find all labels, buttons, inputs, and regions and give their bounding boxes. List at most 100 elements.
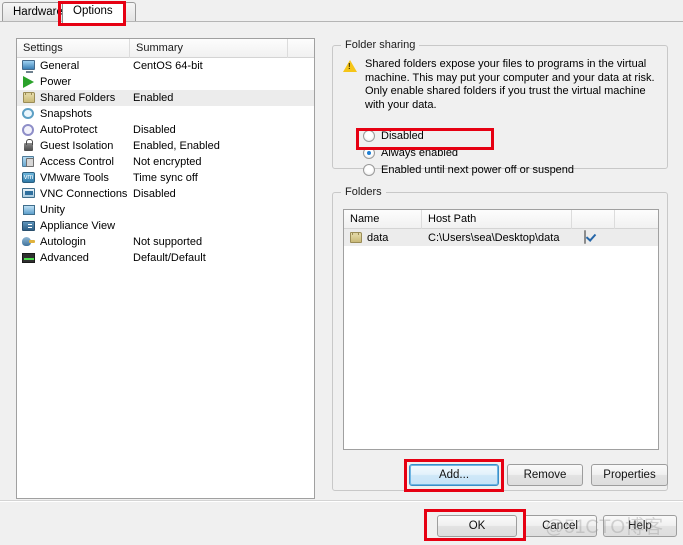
warning-text: Shared folders expose your files to prog…: [365, 58, 655, 111]
settings-row-label: AutoProtect: [40, 124, 98, 136]
lock-icon: [21, 139, 37, 153]
settings-row-label: Power: [40, 76, 72, 88]
settings-row-shared-folders[interactable]: Shared Folders Enabled: [17, 90, 314, 106]
vnc-icon: [21, 187, 37, 201]
radio-label: Disabled: [381, 130, 424, 142]
settings-row-summary: Not encrypted: [133, 156, 202, 168]
checkbox-icon: [584, 230, 586, 244]
cancel-button-label: Cancel: [542, 520, 578, 532]
vm-settings-dialog: Hardware Options Settings Summary Genera…: [0, 0, 683, 545]
settings-row-label: Appliance View: [40, 220, 116, 232]
autoprotect-icon: [21, 123, 37, 137]
settings-row-label: VNC Connections: [40, 188, 128, 200]
appliance-icon: [21, 219, 37, 233]
settings-column-header-summary[interactable]: Summary: [130, 39, 288, 58]
settings-row-label: General: [40, 60, 80, 72]
settings-row-label: Snapshots: [40, 108, 92, 120]
folders-column-header-enabled[interactable]: [572, 210, 615, 229]
settings-row-vmware-tools[interactable]: vm VMware Tools Time sync off: [17, 170, 314, 186]
settings-list[interactable]: Settings Summary General CentOS 64-bit P…: [16, 38, 315, 499]
settings-column-header-settings[interactable]: Settings: [17, 39, 130, 58]
ok-button[interactable]: OK: [437, 515, 517, 537]
settings-row-power[interactable]: Power: [17, 74, 314, 90]
folder-sharing-title: Folder sharing: [341, 39, 420, 51]
properties-button-label: Properties: [603, 469, 656, 481]
cancel-button[interactable]: Cancel: [523, 515, 597, 537]
folders-column-header-name[interactable]: Name: [344, 210, 422, 229]
add-button-label: Add...: [438, 469, 470, 481]
folder-icon: [350, 232, 362, 243]
radio-always-enabled[interactable]: Always enabled: [363, 147, 458, 159]
settings-row-summary: Time sync off: [133, 172, 198, 184]
folders-column-header-blank[interactable]: [615, 210, 658, 229]
settings-row-advanced[interactable]: Advanced Default/Default: [17, 250, 314, 266]
warning-icon: [343, 60, 357, 72]
tab-overflow-stub: [124, 2, 136, 22]
folders-group: Folders Name Host Path data C:\Users\sea…: [332, 186, 668, 491]
settings-row-summary: Disabled: [133, 124, 176, 136]
button-bar-separator-highlight: [0, 501, 683, 502]
advanced-icon: [21, 251, 37, 265]
radio-disabled[interactable]: Disabled: [363, 130, 424, 142]
camera-icon: [21, 107, 37, 121]
folders-row-name-cell: data: [350, 232, 388, 244]
settings-row-label: Access Control: [40, 156, 114, 168]
tab-strip: Hardware Options: [0, 0, 683, 23]
settings-row-guest-isolation[interactable]: Guest Isolation Enabled, Enabled: [17, 138, 314, 154]
play-icon: [21, 75, 37, 89]
tab-hardware-label: Hardware: [13, 6, 63, 18]
radio-button-icon-selected: [363, 147, 375, 159]
unity-icon: [21, 203, 37, 217]
table-row[interactable]: data C:\Users\sea\Desktop\data: [344, 229, 658, 246]
settings-row-label: Shared Folders: [40, 92, 116, 104]
help-button[interactable]: Help: [603, 515, 677, 537]
folder-icon: [21, 91, 37, 105]
settings-row-appliance-view[interactable]: Appliance View: [17, 218, 314, 234]
settings-row-summary: Disabled: [133, 188, 176, 200]
help-button-label: Help: [628, 520, 652, 532]
monitor-icon: [21, 59, 37, 73]
settings-list-rows: General CentOS 64-bit Power Shared Folde…: [17, 58, 314, 266]
settings-row-label: Advanced: [40, 252, 89, 264]
settings-row-summary: Enabled: [133, 92, 174, 104]
add-button[interactable]: Add...: [409, 464, 499, 486]
autologin-icon: [21, 235, 37, 249]
radio-button-icon: [363, 130, 375, 142]
radio-button-icon: [363, 164, 375, 176]
settings-row-access-control[interactable]: Access Control Not encrypted: [17, 154, 314, 170]
tab-options[interactable]: Options: [62, 1, 124, 23]
settings-row-label: Guest Isolation: [40, 140, 114, 152]
remove-button-label: Remove: [523, 469, 567, 481]
settings-row-label: Autologin: [40, 236, 86, 248]
settings-row-summary: Not supported: [133, 236, 203, 248]
properties-button[interactable]: Properties: [591, 464, 668, 486]
folder-sharing-group: Folder sharing Shared folders expose you…: [332, 39, 668, 176]
settings-row-snapshots[interactable]: Snapshots: [17, 106, 314, 122]
folders-column-header-host-path[interactable]: Host Path: [422, 210, 572, 229]
settings-row-summary: Default/Default: [133, 252, 206, 264]
folders-row-host-path: C:\Users\sea\Desktop\data: [428, 231, 560, 244]
folders-table[interactable]: Name Host Path data C:\Users\sea\Desktop…: [343, 209, 659, 450]
access-control-icon: [21, 155, 37, 169]
ok-button-label: OK: [468, 520, 486, 532]
settings-row-summary: Enabled, Enabled: [133, 140, 220, 152]
settings-row-summary: CentOS 64-bit: [133, 60, 203, 72]
folders-table-header: Name Host Path: [344, 210, 658, 229]
settings-list-header: Settings Summary: [17, 39, 314, 58]
settings-row-general[interactable]: General CentOS 64-bit: [17, 58, 314, 74]
folder-sharing-warning: Shared folders expose your files to prog…: [343, 58, 659, 112]
settings-row-autologin[interactable]: Autologin Not supported: [17, 234, 314, 250]
radio-label: Enabled until next power off or suspend: [381, 164, 575, 176]
folders-row-enabled-checkbox[interactable]: [584, 230, 586, 244]
radio-enabled-until-next-power-off[interactable]: Enabled until next power off or suspend: [363, 164, 574, 176]
remove-button[interactable]: Remove: [507, 464, 583, 486]
tab-options-label: Options: [73, 5, 113, 17]
settings-row-label: Unity: [40, 204, 66, 216]
folders-title: Folders: [341, 186, 386, 198]
settings-row-label: VMware Tools: [40, 172, 109, 184]
settings-column-header-blank[interactable]: [288, 39, 314, 58]
settings-row-vnc-connections[interactable]: VNC Connections Disabled: [17, 186, 314, 202]
radio-label: Always enabled: [381, 147, 459, 159]
settings-row-unity[interactable]: Unity: [17, 202, 314, 218]
settings-row-autoprotect[interactable]: AutoProtect Disabled: [17, 122, 314, 138]
